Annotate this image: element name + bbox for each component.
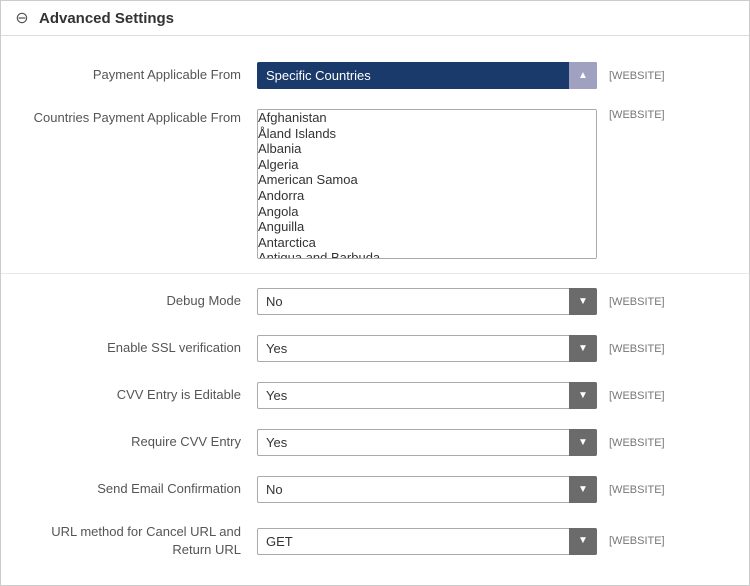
label-send-email: Send Email Confirmation	[17, 480, 257, 498]
control-debug-mode: No Yes ▼	[257, 288, 597, 315]
label-enable-ssl: Enable SSL verification	[17, 339, 257, 357]
control-payment-applicable-from: Specific Countries All Countries ▲	[257, 62, 597, 89]
scope-cvv-editable: [WEBSITE]	[609, 390, 665, 402]
country-item[interactable]: Afghanistan	[258, 110, 596, 126]
row-countries-payment: Countries Payment Applicable From Afghan…	[1, 99, 749, 269]
control-cvv-editable: Yes No ▼	[257, 382, 597, 409]
scope-enable-ssl: [WEBSITE]	[609, 343, 665, 355]
select-send-email[interactable]: No Yes	[257, 476, 597, 503]
country-item[interactable]: American Samoa	[258, 172, 596, 188]
country-item[interactable]: Andorra	[258, 188, 596, 204]
select-debug-mode[interactable]: No Yes	[257, 288, 597, 315]
label-payment-applicable-from: Payment Applicable From	[17, 66, 257, 84]
select-require-cvv[interactable]: Yes No	[257, 429, 597, 456]
row-cvv-editable: CVV Entry is Editable Yes No ▼ [WEBSITE]	[1, 372, 749, 419]
label-url-method: URL method for Cancel URL and Return URL	[17, 523, 257, 559]
collapse-icon[interactable]: ⊖	[13, 9, 31, 27]
scope-payment-applicable-from: [WEBSITE]	[609, 70, 665, 82]
row-enable-ssl: Enable SSL verification Yes No ▼ [WEBSIT…	[1, 325, 749, 372]
select-cvv-editable[interactable]: Yes No	[257, 382, 597, 409]
scope-countries-payment: [WEBSITE]	[609, 109, 665, 121]
select-wrapper-ssl: Yes No ▼	[257, 335, 597, 362]
label-require-cvv: Require CVV Entry	[17, 433, 257, 451]
country-item[interactable]: Antigua and Barbuda	[258, 250, 596, 259]
section-header: ⊖ Advanced Settings	[1, 1, 749, 36]
row-require-cvv: Require CVV Entry Yes No ▼ [WEBSITE]	[1, 419, 749, 466]
label-debug-mode: Debug Mode	[17, 292, 257, 310]
country-item[interactable]: Åland Islands	[258, 126, 596, 142]
scope-send-email: [WEBSITE]	[609, 484, 665, 496]
control-send-email: No Yes ▼	[257, 476, 597, 503]
control-url-method: GET POST ▼	[257, 528, 597, 555]
scope-url-method: [WEBSITE]	[609, 535, 665, 547]
scope-debug-mode: [WEBSITE]	[609, 296, 665, 308]
countries-listbox[interactable]: Afghanistan Åland Islands Albania Algeri…	[257, 109, 597, 259]
row-url-method: URL method for Cancel URL and Return URL…	[1, 513, 749, 569]
country-item[interactable]: Angola	[258, 204, 596, 220]
select-payment-applicable-from[interactable]: Specific Countries All Countries	[257, 62, 597, 89]
country-item[interactable]: Anguilla	[258, 219, 596, 235]
label-countries-payment: Countries Payment Applicable From	[17, 109, 257, 127]
form-body: Payment Applicable From Specific Countri…	[1, 36, 749, 585]
select-enable-ssl[interactable]: Yes No	[257, 335, 597, 362]
country-item[interactable]: Antarctica	[258, 235, 596, 251]
section-title: Advanced Settings	[39, 10, 174, 27]
row-payment-applicable-from: Payment Applicable From Specific Countri…	[1, 52, 749, 99]
row-debug-mode: Debug Mode No Yes ▼ [WEBSITE]	[1, 278, 749, 325]
country-item[interactable]: Albania	[258, 141, 596, 157]
select-wrapper-payment: Specific Countries All Countries ▲	[257, 62, 597, 89]
control-enable-ssl: Yes No ▼	[257, 335, 597, 362]
advanced-settings-panel: ⊖ Advanced Settings Payment Applicable F…	[0, 0, 750, 586]
select-wrapper-send-email: No Yes ▼	[257, 476, 597, 503]
select-wrapper-cvv-editable: Yes No ▼	[257, 382, 597, 409]
select-wrapper-debug: No Yes ▼	[257, 288, 597, 315]
select-wrapper-require-cvv: Yes No ▼	[257, 429, 597, 456]
select-url-method[interactable]: GET POST	[257, 528, 597, 555]
row-send-email: Send Email Confirmation No Yes ▼ [WEBSIT…	[1, 466, 749, 513]
select-wrapper-url-method: GET POST ▼	[257, 528, 597, 555]
control-countries-listbox: Afghanistan Åland Islands Albania Algeri…	[257, 109, 597, 259]
divider	[1, 273, 749, 274]
country-item[interactable]: Algeria	[258, 157, 596, 173]
control-require-cvv: Yes No ▼	[257, 429, 597, 456]
scope-require-cvv: [WEBSITE]	[609, 437, 665, 449]
label-cvv-editable: CVV Entry is Editable	[17, 386, 257, 404]
